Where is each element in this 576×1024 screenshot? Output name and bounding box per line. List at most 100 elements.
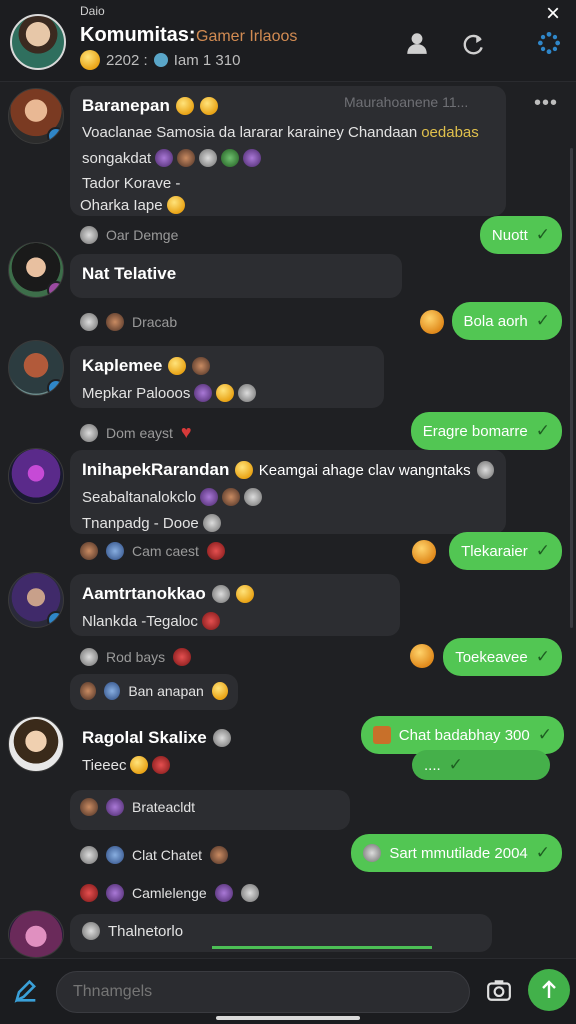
sticker-icon: [243, 149, 262, 167]
sender-name: InihapekRarandan: [82, 460, 230, 479]
message-meta: Dracab: [80, 313, 177, 331]
dot-icon: [153, 53, 168, 67]
user-icon: [106, 313, 124, 331]
send-button[interactable]: [528, 969, 570, 1011]
avatar[interactable]: [8, 88, 64, 144]
message-bubble[interactable]: Kaplemee Mepkar Palooos: [70, 346, 384, 408]
avatar[interactable]: [8, 716, 64, 772]
sticker-icon: [214, 884, 233, 902]
emoji-icon: [410, 644, 434, 668]
check-icon: ✓: [448, 755, 463, 774]
community-avatar[interactable]: [10, 14, 66, 70]
scrollbar[interactable]: [570, 148, 573, 628]
message-text: Thalnetorlo: [108, 922, 184, 940]
heart-icon[interactable]: ♥: [181, 422, 192, 443]
message-bubble[interactable]: Brateacldt: [70, 790, 350, 830]
message-bubble[interactable]: Ragolal Skalixe Tieeec: [70, 718, 370, 784]
avatar[interactable]: [8, 572, 64, 628]
message-meta: Cam caest: [80, 542, 225, 560]
avatar[interactable]: [8, 242, 64, 298]
message-text: Mepkar Palooos: [82, 384, 191, 402]
sent-message[interactable]: Sart mmutilade 2004 ✓: [351, 834, 562, 872]
user-icon: [106, 884, 124, 902]
sticker-icon: [152, 756, 171, 774]
message-text: Tieeec: [82, 756, 127, 774]
message-bubble[interactable]: Ban anapan: [70, 674, 238, 710]
message-meta: Rod bays: [80, 648, 192, 666]
image-icon: [372, 726, 391, 744]
like-icon[interactable]: [106, 846, 124, 864]
person-icon[interactable]: [404, 30, 430, 56]
sticker-icon: [238, 384, 257, 402]
sticker-icon: [202, 514, 221, 532]
sent-message[interactable]: Chat badabhay 300 ✓: [360, 716, 564, 754]
message-text: Oharka Iape: [80, 196, 163, 214]
highlight-text: oedabas: [421, 124, 479, 141]
user-icon: [106, 798, 124, 816]
message-bubble[interactable]: InihapekRarandan Keamgai ahage clav wangn…: [70, 450, 506, 534]
sent-message[interactable]: Toekeavee ✓: [443, 638, 562, 676]
sticker-icon: [192, 357, 211, 375]
message-input[interactable]: [56, 971, 470, 1013]
sender-name: Ragolal Skalixe: [82, 728, 207, 747]
emoji-icon: [168, 357, 187, 375]
status-badge-icon: [47, 281, 63, 297]
message-meta: Clat Chatet: [80, 846, 229, 864]
info-icon[interactable]: [80, 313, 98, 331]
chat-header: Daio × Komumitas: Gamer Irlaoos 2202 : I…: [0, 0, 576, 82]
message-text: Brateacldt: [132, 799, 196, 815]
sent-message[interactable]: Nuott ✓: [479, 216, 562, 254]
emoji-icon: [412, 540, 436, 564]
avatar[interactable]: [8, 340, 64, 396]
sticker-icon: [222, 488, 241, 506]
home-indicator[interactable]: [216, 1016, 360, 1020]
sticker-icon: [211, 585, 230, 603]
check-icon: ✓: [535, 311, 550, 330]
camera-icon[interactable]: [486, 977, 512, 1003]
sticker-icon: [173, 648, 192, 666]
message-meta: Oar Demge: [80, 226, 178, 244]
avatar[interactable]: [8, 448, 64, 504]
check-icon: ✓: [535, 225, 550, 244]
emoji-icon: [235, 585, 254, 603]
meta-count: 2202 :: [106, 51, 148, 69]
check-icon: ✓: [535, 541, 550, 560]
user-icon: [210, 846, 229, 864]
user-icon: [106, 542, 124, 560]
close-icon[interactable]: ×: [540, 2, 566, 28]
message-meta: Dom eayst ♥: [80, 422, 192, 443]
attach-icon[interactable]: [12, 977, 40, 1005]
reply-icon[interactable]: [80, 846, 98, 864]
message-bubble[interactable]: Aamtrtanokkao Nlankda -Tegaloc: [70, 574, 400, 636]
sender-name: Kaplemee: [82, 356, 163, 375]
avatar[interactable]: [8, 910, 64, 958]
sticker-icon: [363, 844, 382, 862]
sender-name: Nat Telative: [82, 264, 177, 283]
sender-name: Baranepan: [82, 96, 170, 115]
user-icon: [80, 682, 97, 700]
message-text: Nlankda -Tegaloc: [82, 612, 198, 630]
refresh-icon[interactable]: [460, 30, 486, 56]
sent-message[interactable]: .... ✓: [412, 750, 550, 780]
message-text: Ban anapan: [128, 683, 204, 699]
user-icon: [80, 542, 98, 560]
sticker-icon: [201, 612, 220, 630]
message-bubble[interactable]: Nat Telative: [70, 254, 402, 298]
progress-bar: [212, 946, 432, 949]
message-options-icon[interactable]: •••: [534, 92, 558, 115]
reply-icon[interactable]: [80, 648, 98, 666]
reaction-icon[interactable]: [80, 884, 98, 902]
reply-icon[interactable]: [80, 423, 98, 442]
message-text: songakdat: [82, 149, 152, 167]
sticker-icon: [244, 488, 263, 506]
emoji-icon: [420, 310, 444, 334]
emoji-icon: [175, 97, 194, 115]
more-options-icon[interactable]: [536, 30, 562, 56]
sender-name: Aamtrtanokkao: [82, 584, 206, 603]
verified-badge-icon: [47, 379, 63, 395]
page-subtitle: Gamer Irlaoos: [196, 28, 298, 45]
sent-message[interactable]: Eragre bomarre ✓: [410, 412, 562, 450]
reply-icon[interactable]: [80, 226, 98, 244]
sent-message[interactable]: Bola aorh ✓: [451, 302, 562, 340]
sent-message[interactable]: Tlekaraier ✓: [449, 532, 562, 570]
